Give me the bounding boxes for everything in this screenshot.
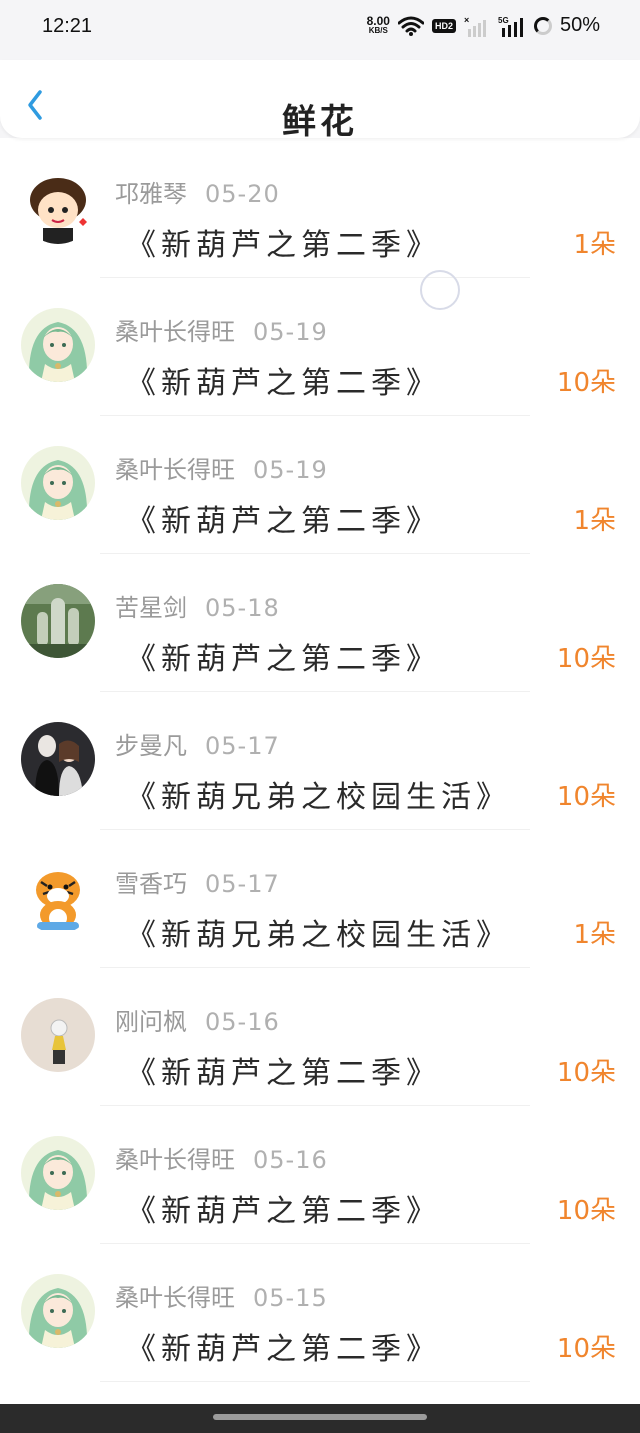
sender-line: 桑叶长得旺 05-19	[115, 450, 328, 485]
avatar[interactable]	[21, 308, 95, 382]
sender-line: 邛雅琴 05-20	[115, 174, 280, 209]
sender-name[interactable]: 桑叶长得旺	[115, 1284, 235, 1312]
flower-amount: 10朵	[556, 368, 616, 398]
gift-date: 05-19	[253, 318, 328, 346]
system-navigation-bar	[0, 1404, 640, 1433]
sender-name[interactable]: 桑叶长得旺	[115, 1146, 235, 1174]
work-title[interactable]: 《新葫芦之第二季》	[126, 1186, 441, 1230]
list-item[interactable]: 邛雅琴 05-20 《新葫芦之第二季》 1朵	[0, 140, 640, 278]
gift-date: 05-17	[205, 870, 280, 898]
avatar[interactable]	[21, 446, 95, 520]
gift-date: 05-18	[205, 594, 280, 622]
sender-line: 步曼凡 05-17	[115, 726, 280, 761]
sender-name[interactable]: 刚问枫	[115, 1008, 187, 1036]
avatar[interactable]	[21, 1274, 95, 1348]
divider	[100, 1381, 530, 1382]
sender-name[interactable]: 桑叶长得旺	[115, 318, 235, 346]
flower-amount: 10朵	[556, 1334, 616, 1364]
list-item[interactable]: 步曼凡 05-17 《新葫兄弟之校园生活》 10朵	[0, 692, 640, 830]
header: 鲜花	[0, 60, 640, 138]
sender-name[interactable]: 桑叶长得旺	[115, 456, 235, 484]
work-title[interactable]: 《新葫兄弟之校园生活》	[126, 910, 511, 954]
status-icons: 8.00 KB/S HD2 × 5G 50%	[367, 14, 600, 37]
gift-date: 05-20	[205, 180, 280, 208]
flower-record-list: 邛雅琴 05-20 《新葫芦之第二季》 1朵 桑叶长得旺 05-19 《新葫芦之第二季》 10…	[0, 140, 640, 1382]
network-type-label: 5G	[498, 16, 509, 25]
list-item[interactable]: 桑叶长得旺 05-16 《新葫芦之第二季》 10朵	[0, 1106, 640, 1244]
list-item[interactable]: 桑叶长得旺 05-19 《新葫芦之第二季》 10朵	[0, 278, 640, 416]
flower-amount: 1朵	[573, 506, 616, 536]
hd-badge: HD2	[431, 18, 456, 33]
avatar[interactable]	[21, 860, 95, 934]
flower-amount: 1朵	[573, 920, 616, 950]
work-title[interactable]: 《新葫芦之第二季》	[126, 1324, 441, 1368]
svg-text:×: ×	[464, 15, 469, 25]
sender-name[interactable]: 步曼凡	[115, 732, 187, 760]
work-title[interactable]: 《新葫芦之第二季》	[126, 634, 441, 678]
work-title[interactable]: 《新葫芦之第二季》	[126, 358, 441, 402]
work-title[interactable]: 《新葫芦之第二季》	[126, 1048, 441, 1092]
avatar[interactable]	[21, 170, 95, 244]
sender-name[interactable]: 邛雅琴	[115, 180, 187, 208]
sender-line: 苦星剑 05-18	[115, 588, 280, 623]
flower-amount: 10朵	[556, 644, 616, 674]
work-title[interactable]: 《新葫芦之第二季》	[126, 220, 441, 264]
sender-line: 雪香巧 05-17	[115, 864, 280, 899]
page-title: 鲜花	[282, 102, 358, 138]
avatar[interactable]	[21, 1136, 95, 1210]
avatar[interactable]	[21, 584, 95, 658]
sender-line: 桑叶长得旺 05-15	[115, 1278, 328, 1313]
battery-percent: 50%	[559, 14, 600, 36]
avatar[interactable]	[21, 998, 95, 1072]
sender-name[interactable]: 雪香巧	[115, 870, 187, 898]
flower-amount: 10朵	[556, 1196, 616, 1226]
list-item[interactable]: 雪香巧 05-17 《新葫兄弟之校园生活》 1朵	[0, 830, 640, 968]
work-title[interactable]: 《新葫芦之第二季》	[126, 496, 441, 540]
gift-date: 05-19	[253, 456, 328, 484]
list-item[interactable]: 桑叶长得旺 05-19 《新葫芦之第二季》 1朵	[0, 416, 640, 554]
sender-line: 桑叶长得旺 05-19	[115, 312, 328, 347]
work-title[interactable]: 《新葫兄弟之校园生活》	[126, 772, 511, 816]
network-speed-value: 8.00	[366, 13, 390, 28]
sender-line: 桑叶长得旺 05-16	[115, 1140, 328, 1175]
list-item[interactable]: 刚问枫 05-16 《新葫芦之第二季》 10朵	[0, 968, 640, 1106]
sender-name[interactable]: 苦星剑	[115, 594, 187, 622]
network-speed: 8.00 KB/S	[366, 13, 390, 36]
header-card: 鲜花	[0, 60, 640, 138]
avatar[interactable]	[21, 722, 95, 796]
gift-date: 05-17	[205, 732, 280, 760]
flower-amount: 10朵	[556, 782, 616, 812]
list-item[interactable]: 桑叶长得旺 05-15 《新葫芦之第二季》 10朵	[0, 1244, 640, 1382]
flower-amount: 10朵	[556, 1058, 616, 1088]
wifi-icon	[397, 16, 424, 36]
home-indicator[interactable]	[213, 1414, 427, 1420]
status-bar: 12:21 8.00 KB/S HD2 × 5G 50%	[0, 0, 640, 60]
gift-date: 05-16	[205, 1008, 280, 1036]
status-time: 12:21	[42, 15, 93, 37]
signal-weak-icon: ×	[464, 15, 486, 37]
gift-date: 05-16	[253, 1146, 328, 1174]
gift-date: 05-15	[253, 1284, 328, 1312]
signal-5g-icon: 5G	[498, 16, 523, 37]
flower-amount: 1朵	[573, 230, 616, 260]
list-item[interactable]: 苦星剑 05-18 《新葫芦之第二季》 10朵	[0, 554, 640, 692]
sender-line: 刚问枫 05-16	[115, 1002, 280, 1037]
touch-indicator	[420, 270, 460, 310]
network-speed-unit: KB/S	[368, 25, 388, 35]
battery-icon	[533, 16, 552, 35]
